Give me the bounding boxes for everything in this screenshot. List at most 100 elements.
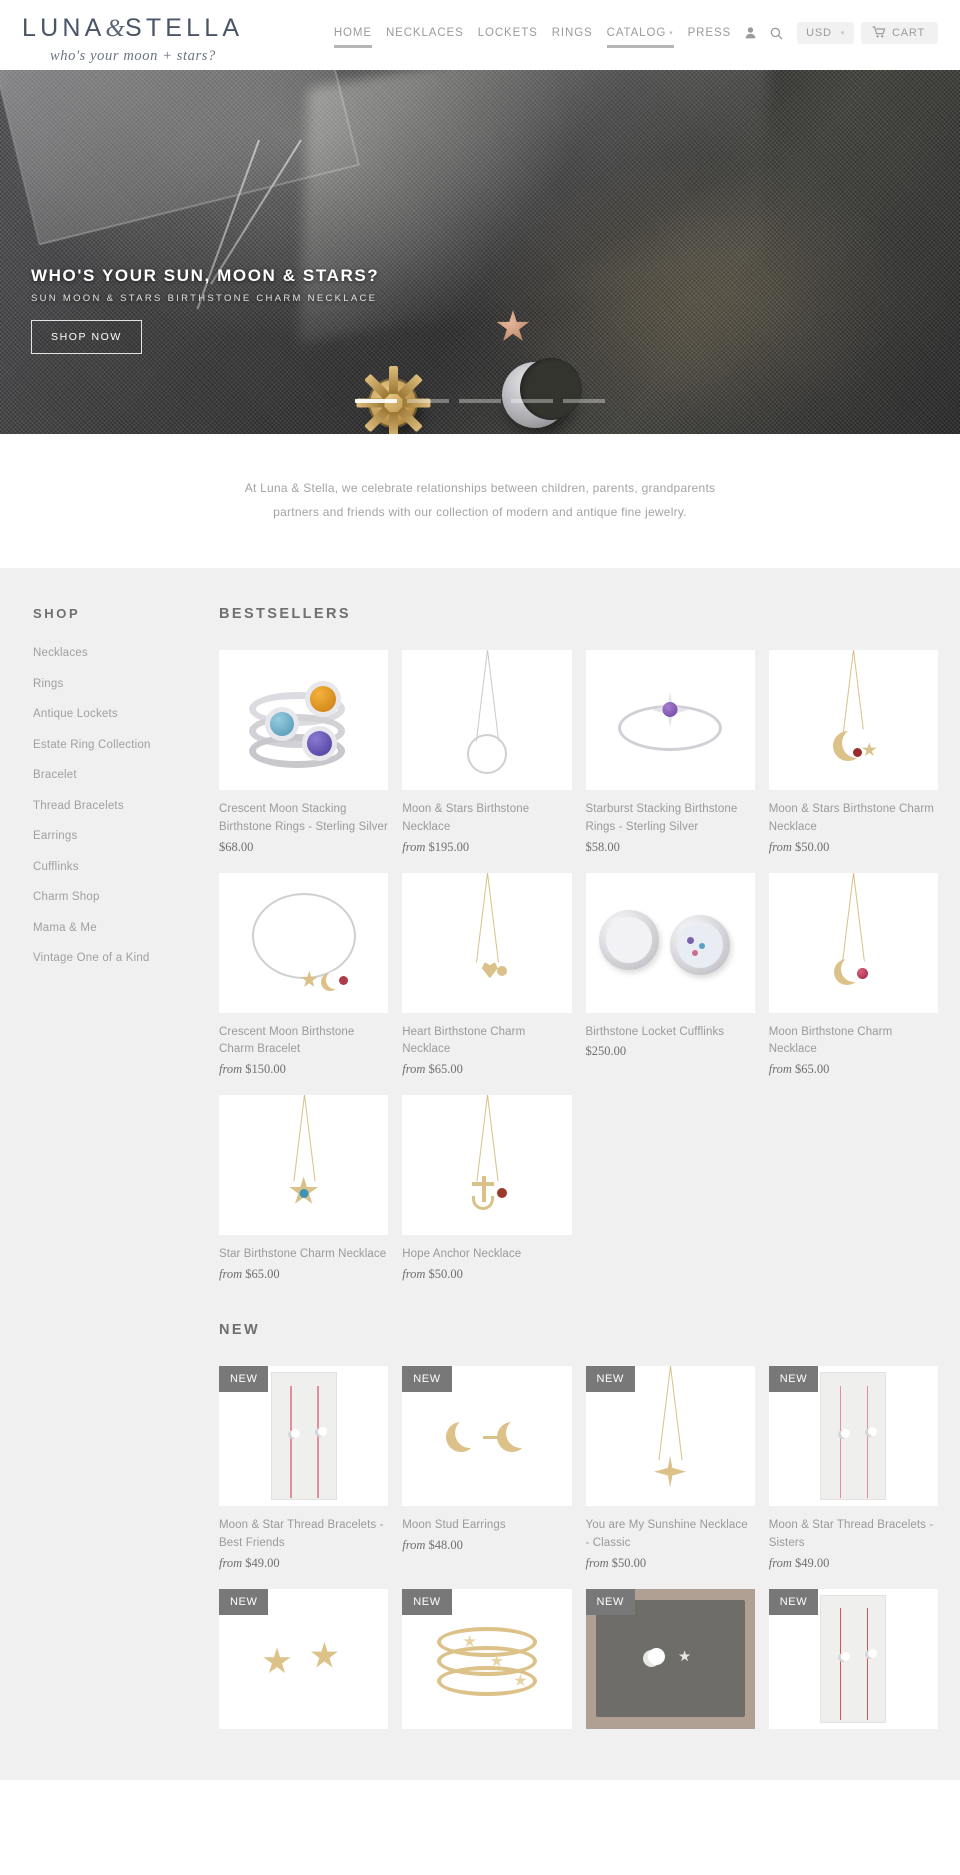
product-image[interactable] <box>768 872 938 1013</box>
product-image[interactable] <box>219 872 389 1013</box>
brand-ampersand: & <box>105 15 125 42</box>
nav-item-lockets[interactable]: LOCKETS <box>471 27 545 39</box>
nav-item-necklaces[interactable]: NECKLACES <box>379 27 471 39</box>
price-prefix: from <box>402 839 429 854</box>
product-card[interactable]: Crescent Moon Stacking Birthstone Rings … <box>219 650 389 855</box>
list-item: Necklaces <box>33 643 210 661</box>
new-badge: NEW <box>402 1366 452 1393</box>
price-prefix: from <box>219 1555 246 1570</box>
main-content: BESTSELLERS Crescent Moon Stacking Birth… <box>210 606 938 1740</box>
nav-item-catalog-label: CATALOG <box>606 27 667 39</box>
product-image[interactable] <box>402 650 572 790</box>
currency-selector[interactable]: USD ▾ <box>797 22 855 44</box>
locket-cufflinks-icon <box>586 873 755 1013</box>
brand-logo[interactable]: LUNA&STELLA who's your moon + stars? <box>22 8 272 65</box>
brand-stella: STELLA <box>124 14 244 42</box>
bestsellers-grid: Crescent Moon Stacking Birthstone Rings … <box>219 650 938 1282</box>
product-image[interactable]: NEW <box>768 1588 938 1729</box>
nav-item-rings[interactable]: RINGS <box>545 27 600 39</box>
product-card[interactable]: Moon & Stars Birthstone Necklace from $1… <box>402 650 572 855</box>
product-card[interactable]: NEW Moon & Star Thread Bracelets - Siste… <box>768 1366 938 1571</box>
product-card[interactable]: Hope Anchor Necklace from $50.00 <box>402 1095 572 1282</box>
product-image[interactable] <box>402 872 572 1013</box>
nav-item-home[interactable]: HOME <box>327 27 379 48</box>
product-image[interactable] <box>585 650 755 790</box>
product-card[interactable]: Heart Birthstone Charm Necklace from $65… <box>402 872 572 1078</box>
price-prefix: from <box>219 1062 246 1077</box>
product-title: Crescent Moon Birthstone Charm Bracelet <box>219 1025 355 1056</box>
sidebar-item-thread-bracelets[interactable]: Thread Bracelets <box>33 800 124 812</box>
sidebar-item-vintage-one-of-a-kind[interactable]: Vintage One of a Kind <box>33 952 150 964</box>
product-card[interactable]: NEW <box>219 1588 389 1740</box>
list-item: Antique Lockets <box>33 704 210 722</box>
product-image[interactable]: NEW <box>768 1366 938 1507</box>
product-card[interactable]: Star Birthstone Charm Necklace from $65.… <box>219 1095 389 1282</box>
product-image[interactable] <box>219 650 389 790</box>
product-title: Moon Stud Earrings <box>402 1519 506 1532</box>
page-body: SHOP Necklaces Rings Antique Lockets Est… <box>0 568 960 1780</box>
product-image[interactable] <box>402 1095 572 1236</box>
intro-line-2: partners and friends with our collection… <box>273 505 687 519</box>
product-image[interactable]: NEW <box>402 1588 572 1729</box>
sidebar-item-bracelet[interactable]: Bracelet <box>33 769 77 781</box>
product-image[interactable] <box>585 872 755 1013</box>
starburst-ring-silver-icon <box>586 650 755 790</box>
carousel-dot-4[interactable] <box>511 399 553 403</box>
product-image[interactable]: NEW <box>585 1366 755 1507</box>
carousel-dot-5[interactable] <box>563 399 605 403</box>
product-card[interactable]: NEW <box>768 1588 938 1740</box>
nav-item-press[interactable]: PRESS <box>681 27 739 39</box>
nav-item-catalog[interactable]: CATALOG ▾ <box>600 27 681 48</box>
carousel-dot-2[interactable] <box>407 399 449 403</box>
carousel-dot-1[interactable] <box>355 399 397 403</box>
sidebar-item-estate-ring-collection[interactable]: Estate Ring Collection <box>33 739 151 751</box>
price-value: $195.00 <box>428 839 470 854</box>
sidebar-item-necklaces[interactable]: Necklaces <box>33 647 88 659</box>
silver-circle-necklace-icon <box>402 650 571 790</box>
price-value: $50.00 <box>795 839 830 854</box>
product-card[interactable]: Starburst Stacking Birthstone Rings - St… <box>585 650 755 855</box>
product-card[interactable]: NEW You are My Sunshine Necklace - Class… <box>585 1366 755 1571</box>
cart-button[interactable]: CART <box>861 22 938 44</box>
sidebar-item-antique-lockets[interactable]: Antique Lockets <box>33 708 118 720</box>
sidebar-item-mama-and-me[interactable]: Mama & Me <box>33 922 97 934</box>
product-card[interactable]: Moon & Stars Birthstone Charm Necklace f… <box>768 650 938 855</box>
product-title: Moon & Star Thread Bracelets - Sisters <box>768 1519 934 1549</box>
sidebar-item-rings[interactable]: Rings <box>33 678 63 690</box>
star-charm-necklace-icon <box>219 1095 388 1235</box>
product-card[interactable]: NEW Moon Stud Earrings from $48.00 <box>402 1366 572 1571</box>
sidebar-item-earrings[interactable]: Earrings <box>33 830 77 842</box>
search-icon[interactable] <box>763 27 790 40</box>
product-title: Starburst Stacking Birthstone Rings - St… <box>585 803 738 833</box>
price-prefix: from <box>219 1267 246 1282</box>
sidebar-item-cufflinks[interactable]: Cufflinks <box>33 861 79 873</box>
product-price: from $48.00 <box>402 1538 571 1553</box>
product-card[interactable]: Crescent Moon Birthstone Charm Bracelet … <box>219 872 389 1078</box>
product-title: Star Birthstone Charm Necklace <box>219 1248 387 1261</box>
carousel-dot-3[interactable] <box>459 399 501 403</box>
product-card[interactable]: Birthstone Locket Cufflinks $250.00 <box>585 872 755 1078</box>
price-value: $150.00 <box>245 1062 286 1077</box>
price-value: $49.00 <box>795 1555 830 1570</box>
sidebar-item-charm-shop[interactable]: Charm Shop <box>33 891 100 903</box>
charm-bracelet-icon <box>219 873 388 1013</box>
product-price: $68.00 <box>219 840 388 855</box>
product-card[interactable]: Moon Birthstone Charm Necklace from $65.… <box>768 872 938 1078</box>
intro-line-1: At Luna & Stella, we celebrate relations… <box>244 481 716 495</box>
product-image[interactable]: NEW <box>219 1588 389 1729</box>
price-value: $58.00 <box>585 839 620 854</box>
shop-now-button[interactable]: SHOP NOW <box>31 320 142 354</box>
product-image[interactable]: NEW <box>402 1366 572 1507</box>
currency-selector-value: USD <box>806 27 832 39</box>
product-card[interactable]: NEW <box>585 1588 755 1740</box>
product-card[interactable]: NEW <box>402 1588 572 1740</box>
product-image[interactable] <box>768 650 938 790</box>
product-image[interactable]: NEW <box>585 1588 755 1729</box>
product-title: Hope Anchor Necklace <box>402 1248 522 1261</box>
product-image[interactable] <box>219 1095 389 1236</box>
site-header: LUNA&STELLA who's your moon + stars? HOM… <box>0 0 960 70</box>
price-value: $49.00 <box>245 1555 280 1570</box>
user-icon[interactable] <box>738 27 763 39</box>
product-image[interactable]: NEW <box>219 1366 389 1507</box>
product-card[interactable]: NEW Moon & Star Thread Bracelets - Best … <box>219 1366 389 1571</box>
